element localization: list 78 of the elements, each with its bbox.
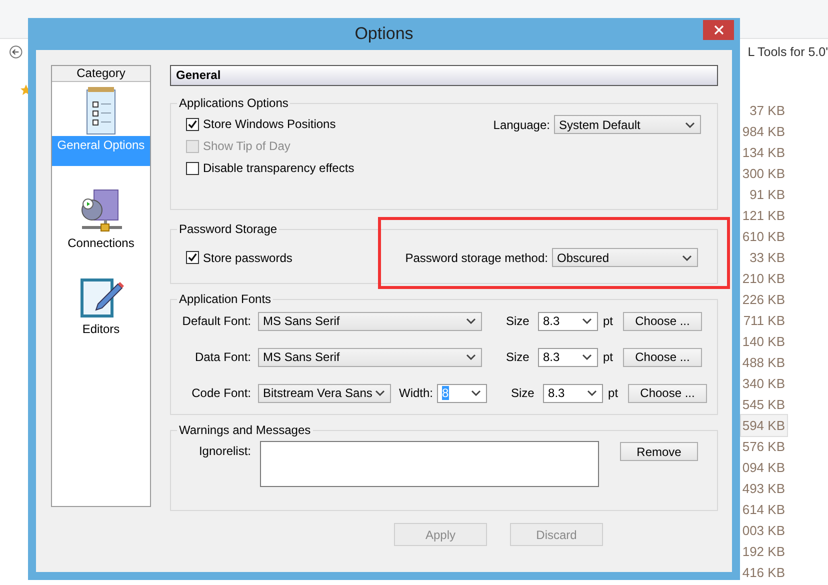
ignore-list[interactable] [260,441,599,487]
file-size: 91 KB [748,186,786,204]
file-size: 33 KB [748,249,786,267]
caret-icon [471,390,482,396]
close-button[interactable] [703,20,734,40]
file-size: 488 KB [741,354,786,372]
file-size: 576 KB [741,438,786,456]
font-dropdown[interactable]: MS Sans Serif [258,312,482,330]
checkbox[interactable] [186,251,199,264]
file-size: 711 KB [742,312,786,330]
file-size: 134 KB [741,144,786,162]
checkbox[interactable] [186,162,199,174]
file-size: 594 KB [741,415,787,436]
file-size: 416 KB [741,564,786,582]
caret-icon [682,254,692,260]
category-header: Category [52,66,150,82]
field-label: Password storage method: [405,250,548,264]
caret-icon [582,354,592,360]
caret-icon [466,318,476,324]
field-label: Width: [399,386,434,400]
file-size: 003 KB [741,522,786,540]
file-size: 610 KB [741,228,786,246]
field-label: Code Font: [190,386,251,400]
group-title: Password Storage [178,222,278,236]
size-dropdown[interactable]: 8.3 [543,384,604,402]
caret-icon [466,354,476,360]
checklist-icon [84,86,118,136]
field-label: Default Font: [181,314,251,328]
caret-icon [582,318,592,324]
size-dropdown[interactable]: 8.3 [538,312,598,330]
file-size: 545 KB [741,396,786,414]
size-dropdown[interactable]: 8.3 [538,348,598,366]
caret-icon [587,390,598,396]
field-label: Size [511,386,536,400]
file-size: 493 KB [741,480,786,498]
unit-label: pt [608,386,620,400]
file-size: 300 KB [741,165,786,183]
close-icon [714,25,724,35]
storage-method-dropdown[interactable]: Obscured [552,248,698,267]
unit-label: pt [603,350,614,364]
group-title: Warnings and Messages [178,423,312,437]
group-title: Application Fonts [178,292,272,306]
file-size: 210 KB [741,270,786,288]
file-size: 140 KB [741,333,786,351]
language-dropdown[interactable]: System Default [554,115,701,134]
choose-button[interactable]: Choose ... [623,312,702,330]
checkbox-label: Store Windows Positions [203,117,336,131]
field-label: Size [506,350,530,364]
file-size: 614 KB [741,501,786,519]
choose-button[interactable]: Choose ... [623,348,702,366]
font-dropdown[interactable]: MS Sans Serif [258,348,482,366]
category-item[interactable]: Editors [52,320,150,338]
remove-button[interactable]: Remove [620,442,698,461]
window-title: Options [354,24,414,44]
file-size: 094 KB [741,459,786,477]
checkbox-label: Disable transparency effects [203,161,354,175]
file-size: 37 KB [748,102,786,120]
file-size: 984 KB [741,123,786,141]
file-size: 226 KB [741,291,786,309]
file-size: 340 KB [741,375,786,393]
category-item[interactable]: Connections [52,234,150,252]
font-dropdown[interactable]: Bitstream Vera Sans [258,384,391,402]
group-title: Applications Options [178,96,290,110]
path-text: L Tools for 5.0' [748,45,828,59]
file-size: 121 KB [741,207,786,225]
caret-icon [375,390,385,396]
field-label: Language: [493,118,550,132]
field-label: Data Font: [194,350,251,364]
unit-label: pt [603,314,614,328]
choose-button[interactable]: Choose ... [628,384,708,402]
page-title: General [170,65,718,86]
caret-icon [685,122,695,128]
file-size: 192 KB [741,543,786,561]
checkbox-label: Store passwords [203,250,292,264]
field-label: Size [506,314,530,328]
field-label: Ignorelist: [198,444,251,458]
checkbox[interactable] [186,118,199,130]
checkbox-label: Show Tip of Day [203,139,290,153]
